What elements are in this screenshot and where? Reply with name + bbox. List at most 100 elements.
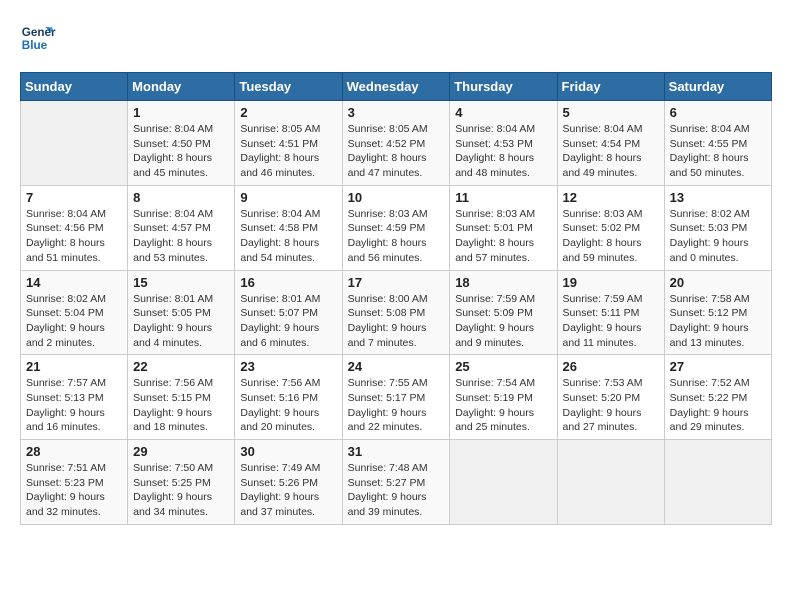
- calendar-cell: 1 Sunrise: 8:04 AMSunset: 4:50 PMDaylight…: [128, 101, 235, 186]
- svg-text:Blue: Blue: [22, 39, 48, 52]
- cell-info: Sunrise: 8:04 AMSunset: 4:55 PMDaylight:…: [670, 122, 766, 181]
- calendar-table: SundayMondayTuesdayWednesdayThursdayFrid…: [20, 72, 772, 525]
- day-number: 9: [240, 190, 336, 205]
- day-number: 1: [133, 105, 229, 120]
- cell-info: Sunrise: 8:02 AMSunset: 5:04 PMDaylight:…: [26, 292, 122, 351]
- cell-info: Sunrise: 7:51 AMSunset: 5:23 PMDaylight:…: [26, 461, 122, 520]
- calendar-cell: 11 Sunrise: 8:03 AMSunset: 5:01 PMDayligh…: [450, 185, 557, 270]
- calendar-cell: 14 Sunrise: 8:02 AMSunset: 5:04 PMDayligh…: [21, 270, 128, 355]
- day-number: 7: [26, 190, 122, 205]
- weekday-header-thursday: Thursday: [450, 73, 557, 101]
- day-number: 23: [240, 359, 336, 374]
- calendar-cell: [450, 440, 557, 525]
- weekday-header-wednesday: Wednesday: [342, 73, 450, 101]
- cell-info: Sunrise: 8:01 AMSunset: 5:05 PMDaylight:…: [133, 292, 229, 351]
- weekday-header-tuesday: Tuesday: [235, 73, 342, 101]
- calendar-cell: 3 Sunrise: 8:05 AMSunset: 4:52 PMDaylight…: [342, 101, 450, 186]
- calendar-cell: 12 Sunrise: 8:03 AMSunset: 5:02 PMDayligh…: [557, 185, 664, 270]
- calendar-cell: 9 Sunrise: 8:04 AMSunset: 4:58 PMDaylight…: [235, 185, 342, 270]
- day-number: 14: [26, 275, 122, 290]
- day-number: 19: [563, 275, 659, 290]
- cell-info: Sunrise: 7:53 AMSunset: 5:20 PMDaylight:…: [563, 376, 659, 435]
- calendar-cell: 16 Sunrise: 8:01 AMSunset: 5:07 PMDayligh…: [235, 270, 342, 355]
- cell-info: Sunrise: 8:04 AMSunset: 4:53 PMDaylight:…: [455, 122, 551, 181]
- calendar-week-row: 1 Sunrise: 8:04 AMSunset: 4:50 PMDaylight…: [21, 101, 772, 186]
- cell-info: Sunrise: 8:04 AMSunset: 4:50 PMDaylight:…: [133, 122, 229, 181]
- day-number: 27: [670, 359, 766, 374]
- cell-info: Sunrise: 8:05 AMSunset: 4:51 PMDaylight:…: [240, 122, 336, 181]
- day-number: 22: [133, 359, 229, 374]
- cell-info: Sunrise: 7:50 AMSunset: 5:25 PMDaylight:…: [133, 461, 229, 520]
- calendar-cell: 10 Sunrise: 8:03 AMSunset: 4:59 PMDayligh…: [342, 185, 450, 270]
- cell-info: Sunrise: 8:04 AMSunset: 4:56 PMDaylight:…: [26, 207, 122, 266]
- day-number: 30: [240, 444, 336, 459]
- cell-info: Sunrise: 8:05 AMSunset: 4:52 PMDaylight:…: [348, 122, 445, 181]
- calendar-cell: 6 Sunrise: 8:04 AMSunset: 4:55 PMDaylight…: [664, 101, 771, 186]
- calendar-cell: 17 Sunrise: 8:00 AMSunset: 5:08 PMDayligh…: [342, 270, 450, 355]
- weekday-header-sunday: Sunday: [21, 73, 128, 101]
- page-header: General Blue: [20, 20, 772, 56]
- cell-info: Sunrise: 8:03 AMSunset: 5:01 PMDaylight:…: [455, 207, 551, 266]
- cell-info: Sunrise: 8:03 AMSunset: 5:02 PMDaylight:…: [563, 207, 659, 266]
- logo-icon: General Blue: [20, 20, 56, 56]
- day-number: 13: [670, 190, 766, 205]
- cell-info: Sunrise: 7:54 AMSunset: 5:19 PMDaylight:…: [455, 376, 551, 435]
- day-number: 26: [563, 359, 659, 374]
- calendar-week-row: 7 Sunrise: 8:04 AMSunset: 4:56 PMDaylight…: [21, 185, 772, 270]
- calendar-cell: [557, 440, 664, 525]
- calendar-cell: 30Sunrise: 7:49 AMSunset: 5:26 PMDayligh…: [235, 440, 342, 525]
- cell-info: Sunrise: 8:04 AMSunset: 4:58 PMDaylight:…: [240, 207, 336, 266]
- calendar-cell: 25 Sunrise: 7:54 AMSunset: 5:19 PMDayligh…: [450, 355, 557, 440]
- calendar-week-row: 21 Sunrise: 7:57 AMSunset: 5:13 PMDayligh…: [21, 355, 772, 440]
- cell-info: Sunrise: 8:04 AMSunset: 4:54 PMDaylight:…: [563, 122, 659, 181]
- day-number: 8: [133, 190, 229, 205]
- cell-info: Sunrise: 8:03 AMSunset: 4:59 PMDaylight:…: [348, 207, 445, 266]
- weekday-header-saturday: Saturday: [664, 73, 771, 101]
- day-number: 25: [455, 359, 551, 374]
- calendar-cell: 21 Sunrise: 7:57 AMSunset: 5:13 PMDayligh…: [21, 355, 128, 440]
- cell-info: Sunrise: 7:55 AMSunset: 5:17 PMDaylight:…: [348, 376, 445, 435]
- calendar-cell: [21, 101, 128, 186]
- cell-info: Sunrise: 7:56 AMSunset: 5:15 PMDaylight:…: [133, 376, 229, 435]
- cell-info: Sunrise: 8:01 AMSunset: 5:07 PMDaylight:…: [240, 292, 336, 351]
- day-number: 4: [455, 105, 551, 120]
- calendar-cell: 5Sunrise: 8:04 AMSunset: 4:54 PMDaylight…: [557, 101, 664, 186]
- calendar-cell: 29 Sunrise: 7:50 AMSunset: 5:25 PMDayligh…: [128, 440, 235, 525]
- day-number: 24: [348, 359, 445, 374]
- day-number: 28: [26, 444, 122, 459]
- calendar-cell: 8 Sunrise: 8:04 AMSunset: 4:57 PMDaylight…: [128, 185, 235, 270]
- cell-info: Sunrise: 8:00 AMSunset: 5:08 PMDaylight:…: [348, 292, 445, 351]
- weekday-header-monday: Monday: [128, 73, 235, 101]
- day-number: 3: [348, 105, 445, 120]
- day-number: 29: [133, 444, 229, 459]
- calendar-cell: 24 Sunrise: 7:55 AMSunset: 5:17 PMDayligh…: [342, 355, 450, 440]
- cell-info: Sunrise: 7:56 AMSunset: 5:16 PMDaylight:…: [240, 376, 336, 435]
- day-number: 12: [563, 190, 659, 205]
- cell-info: Sunrise: 7:59 AMSunset: 5:11 PMDaylight:…: [563, 292, 659, 351]
- calendar-cell: 26 Sunrise: 7:53 AMSunset: 5:20 PMDayligh…: [557, 355, 664, 440]
- calendar-cell: 31Sunrise: 7:48 AMSunset: 5:27 PMDayligh…: [342, 440, 450, 525]
- calendar-cell: 22 Sunrise: 7:56 AMSunset: 5:15 PMDayligh…: [128, 355, 235, 440]
- calendar-cell: 2Sunrise: 8:05 AMSunset: 4:51 PMDaylight…: [235, 101, 342, 186]
- calendar-cell: 7 Sunrise: 8:04 AMSunset: 4:56 PMDaylight…: [21, 185, 128, 270]
- calendar-week-row: 14 Sunrise: 8:02 AMSunset: 5:04 PMDayligh…: [21, 270, 772, 355]
- day-number: 17: [348, 275, 445, 290]
- calendar-cell: 23 Sunrise: 7:56 AMSunset: 5:16 PMDayligh…: [235, 355, 342, 440]
- calendar-cell: 15Sunrise: 8:01 AMSunset: 5:05 PMDayligh…: [128, 270, 235, 355]
- calendar-cell: 19 Sunrise: 7:59 AMSunset: 5:11 PMDayligh…: [557, 270, 664, 355]
- logo: General Blue: [20, 20, 56, 56]
- calendar-week-row: 28 Sunrise: 7:51 AMSunset: 5:23 PMDayligh…: [21, 440, 772, 525]
- weekday-header-friday: Friday: [557, 73, 664, 101]
- cell-info: Sunrise: 7:57 AMSunset: 5:13 PMDaylight:…: [26, 376, 122, 435]
- day-number: 16: [240, 275, 336, 290]
- calendar-cell: 13Sunrise: 8:02 AMSunset: 5:03 PMDayligh…: [664, 185, 771, 270]
- cell-info: Sunrise: 7:52 AMSunset: 5:22 PMDaylight:…: [670, 376, 766, 435]
- cell-info: Sunrise: 8:04 AMSunset: 4:57 PMDaylight:…: [133, 207, 229, 266]
- day-number: 21: [26, 359, 122, 374]
- day-number: 6: [670, 105, 766, 120]
- calendar-cell: 4 Sunrise: 8:04 AMSunset: 4:53 PMDaylight…: [450, 101, 557, 186]
- calendar-cell: 28 Sunrise: 7:51 AMSunset: 5:23 PMDayligh…: [21, 440, 128, 525]
- day-number: 20: [670, 275, 766, 290]
- day-number: 10: [348, 190, 445, 205]
- day-number: 11: [455, 190, 551, 205]
